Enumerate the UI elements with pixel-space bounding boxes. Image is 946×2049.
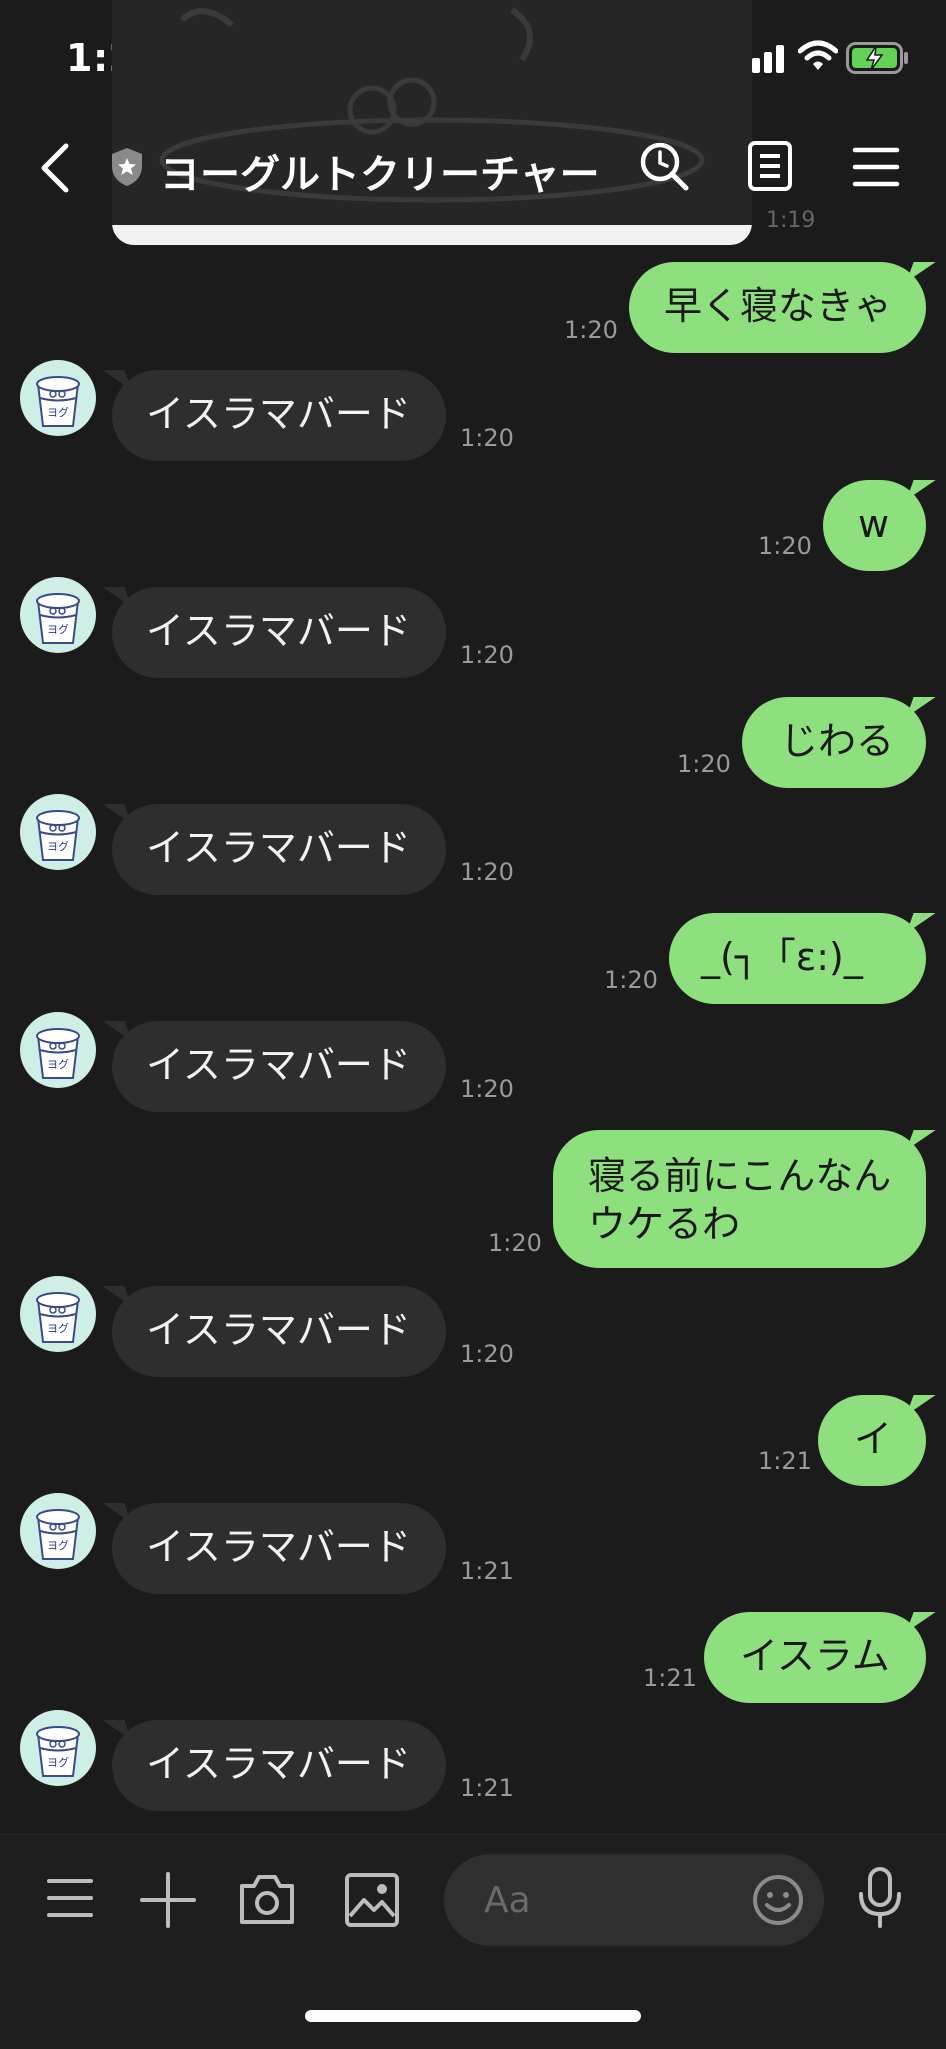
sent-message-bubble[interactable]: 早く寝なきゃ <box>629 262 926 353</box>
svg-text:ヨグ: ヨグ <box>47 839 69 853</box>
message-time: 1:20 <box>460 424 514 452</box>
yogurt-cup-avatar-icon: ヨグ <box>36 1726 80 1777</box>
sent-message-bubble[interactable]: じわる <box>742 697 926 788</box>
message-line: 寝る前にこんなん <box>588 1154 892 1198</box>
contact-avatar[interactable]: ヨグ <box>20 577 96 653</box>
svg-text:ヨグ: ヨグ <box>47 1057 69 1071</box>
sent-message-bubble[interactable]: w <box>823 480 926 571</box>
message-time: 1:20 <box>564 316 618 344</box>
message-time: 1:21 <box>460 1774 514 1802</box>
received-message-bubble[interactable]: イスラマバード <box>112 804 446 895</box>
contact-avatar[interactable]: ヨグ <box>20 1276 96 1352</box>
received-message-bubble[interactable]: イスラマバード <box>112 1503 446 1594</box>
sent-message-bubble[interactable]: イ <box>818 1395 926 1486</box>
wifi-icon <box>798 40 838 70</box>
contact-avatar[interactable]: ヨグ <box>20 794 96 870</box>
contact-avatar[interactable]: ヨグ <box>20 360 96 436</box>
yogurt-cup-avatar-icon: ヨグ <box>36 1028 80 1079</box>
svg-text:ヨグ: ヨグ <box>47 405 69 419</box>
received-message-bubble[interactable]: イスラマバード <box>112 1286 446 1377</box>
home-indicator[interactable] <box>305 2010 641 2022</box>
received-message-bubble[interactable]: イスラマバード <box>112 1720 446 1811</box>
svg-text:ヨグ: ヨグ <box>47 1755 69 1769</box>
message-time: 1:20 <box>460 641 514 669</box>
message-time: 1:20 <box>488 1229 542 1257</box>
message-time: 1:21 <box>460 1557 514 1585</box>
yogurt-cup-avatar-icon: ヨグ <box>36 1292 80 1343</box>
yogurt-cup-avatar-icon: ヨグ <box>36 593 80 644</box>
message-line: ウケるわ <box>588 1202 741 1246</box>
chat-title[interactable]: ヨーグルトクリーチャー <box>160 142 600 200</box>
contact-avatar[interactable]: ヨグ <box>20 1012 96 1088</box>
message-time: 1:20 <box>604 966 658 994</box>
image-gallery-icon[interactable] <box>344 1872 400 1928</box>
notes-icon[interactable] <box>746 140 794 192</box>
plus-icon[interactable] <box>140 1872 196 1928</box>
message-time: 1:20 <box>758 532 812 560</box>
message-time: 1:20 <box>460 1075 514 1103</box>
svg-text:ヨグ: ヨグ <box>47 622 69 636</box>
back-chevron-icon[interactable] <box>32 140 82 196</box>
message-time: 1:21 <box>758 1447 812 1475</box>
message-time: 1:21 <box>643 1664 697 1692</box>
message-time: 1:20 <box>460 858 514 886</box>
yogurt-cup-avatar-icon: ヨグ <box>36 1509 80 1560</box>
contact-avatar[interactable]: ヨグ <box>20 1493 96 1569</box>
search-icon[interactable] <box>636 138 692 194</box>
sent-message-bubble[interactable]: イスラム <box>704 1612 926 1703</box>
menu-icon[interactable] <box>852 146 900 188</box>
svg-text:ヨグ: ヨグ <box>47 1538 69 1552</box>
menu-icon[interactable] <box>46 1877 94 1919</box>
sent-message-bubble[interactable]: 寝る前にこんなん ウケるわ <box>553 1130 926 1268</box>
received-message-bubble[interactable]: イスラマバード <box>112 1021 446 1112</box>
message-time: 1:19 <box>766 208 816 233</box>
message-time: 1:20 <box>677 750 731 778</box>
svg-text:ヨグ: ヨグ <box>47 1321 69 1335</box>
message-time: 1:20 <box>460 1340 514 1368</box>
received-message-bubble[interactable]: イスラマバード <box>112 370 446 461</box>
camera-icon[interactable] <box>238 1872 296 1926</box>
microphone-icon[interactable] <box>856 1866 904 1930</box>
emoji-icon[interactable] <box>752 1874 804 1926</box>
yogurt-cup-avatar-icon: ヨグ <box>36 810 80 861</box>
yogurt-cup-avatar-icon: ヨグ <box>36 376 80 427</box>
received-message-bubble[interactable]: イスラマバード <box>112 587 446 678</box>
battery-charging-icon <box>846 42 908 74</box>
official-shield-icon <box>112 148 142 186</box>
sent-message-bubble[interactable]: _(┐「ε:)_ <box>669 913 926 1004</box>
contact-avatar[interactable]: ヨグ <box>20 1710 96 1786</box>
